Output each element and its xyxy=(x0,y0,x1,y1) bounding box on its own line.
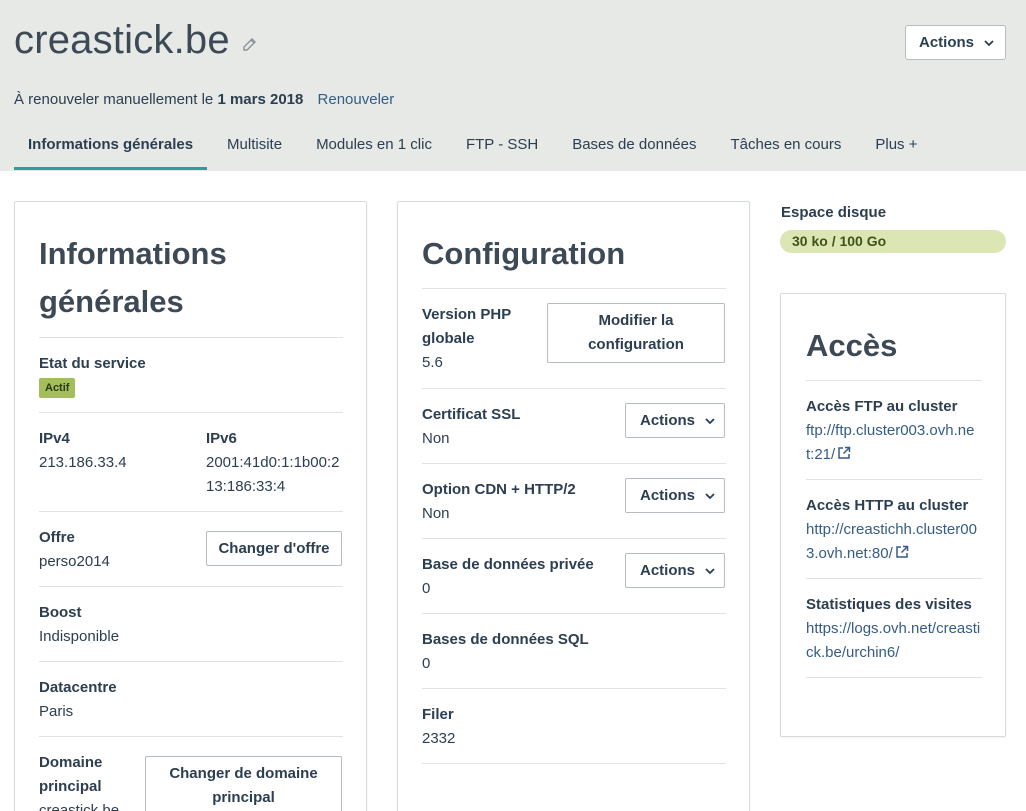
ssl-row: Certificat SSL Non Actions xyxy=(422,388,726,463)
cdn-actions-label: Actions xyxy=(640,487,696,504)
external-link-icon[interactable] xyxy=(837,446,851,460)
cdn-row: Option CDN + HTTP/2 Non Actions xyxy=(422,463,726,538)
sql-db-value: 0 xyxy=(422,655,431,672)
http-link-wrap: http://creastichh.cluster003.ovh.net:80/ xyxy=(806,518,982,566)
stats-row: Statistiques des visites https://logs.ov… xyxy=(806,578,982,678)
ipv6-label: IPv6 xyxy=(206,430,237,447)
boost-label: Boost xyxy=(39,604,82,621)
tab-databases[interactable]: Bases de données xyxy=(558,122,710,170)
main-domain-row: Domaine principal creastick.be Changer d… xyxy=(39,736,343,811)
renew-prefix: À renouveler manuellement le xyxy=(14,91,214,108)
http-link[interactable]: http://creastichh.cluster003.ovh.net:80/ xyxy=(806,521,977,562)
http-row: Accès HTTP au cluster http://creastichh.… xyxy=(806,479,982,579)
configuration-card: Configuration Version PHP globale 5.6 Mo… xyxy=(397,201,750,811)
tab-bar: Informations générales Multisite Modules… xyxy=(14,122,937,171)
access-title: Accès xyxy=(806,328,898,363)
tab-multisite[interactable]: Multisite xyxy=(213,122,296,170)
ssl-actions-label: Actions xyxy=(640,412,696,429)
chevron-down-icon xyxy=(705,417,715,424)
ip-row: IPv4 213.186.33.4 IPv6 2001:41d0:1:1b00:… xyxy=(39,412,343,512)
chevron-down-icon xyxy=(984,39,994,46)
stats-label: Statistiques des visites xyxy=(806,596,972,613)
header-actions-label: Actions xyxy=(919,34,975,51)
external-link-icon[interactable] xyxy=(895,545,909,559)
configuration-title: Configuration xyxy=(422,236,626,271)
access-end-divider xyxy=(806,677,982,678)
renew-link[interactable]: Renouveler xyxy=(318,91,395,108)
offer-row: Offre perso2014 Changer d'offre xyxy=(39,511,343,586)
page-title: creastick.be xyxy=(14,18,230,62)
stats-link[interactable]: https://logs.ovh.net/creastick.be/urchin… xyxy=(806,617,982,665)
private-db-actions-label: Actions xyxy=(640,562,696,579)
service-state-label: Etat du service xyxy=(39,355,146,372)
main-domain-label: Domaine principal xyxy=(39,754,103,795)
renew-info: À renouveler manuellement le 1 mars 2018… xyxy=(14,91,394,108)
config-end-divider xyxy=(422,763,726,764)
private-db-actions-button[interactable]: Actions xyxy=(625,553,725,588)
tab-modules[interactable]: Modules en 1 clic xyxy=(302,122,446,170)
boost-value: Indisponible xyxy=(39,628,120,645)
general-info-card: Informations générales Etat du service A… xyxy=(14,201,367,811)
modify-config-button[interactable]: Modifier la configuration xyxy=(547,303,725,363)
tab-tasks[interactable]: Tâches en cours xyxy=(716,122,855,170)
general-info-title: Informations générales xyxy=(39,236,227,319)
private-db-row: Base de données privée 0 Actions xyxy=(422,538,726,613)
status-badge: Actif xyxy=(39,378,76,398)
ftp-label: Accès FTP au cluster xyxy=(806,398,958,415)
chevron-down-icon xyxy=(705,567,715,574)
chevron-down-icon xyxy=(705,492,715,499)
cdn-actions-button[interactable]: Actions xyxy=(625,478,725,513)
http-label: Accès HTTP au cluster xyxy=(806,497,969,514)
tab-general-info[interactable]: Informations générales xyxy=(14,122,208,170)
change-offer-button[interactable]: Changer d'offre xyxy=(206,531,342,566)
ipv4-value: 213.186.33.4 xyxy=(39,454,127,471)
php-row: Version PHP globale 5.6 Modifier la conf… xyxy=(422,288,726,388)
page-header: creastick.be Actions À renouveler manuel… xyxy=(0,0,1026,171)
tab-ftp-ssh[interactable]: FTP - SSH xyxy=(452,122,552,170)
tab-more[interactable]: Plus + xyxy=(861,122,931,170)
pencil-icon[interactable] xyxy=(241,36,259,54)
change-main-domain-button[interactable]: Changer de domaine principal xyxy=(145,756,342,811)
disk-usage-bar: 30 ko / 100 Go xyxy=(780,230,1006,253)
php-label: Version PHP globale xyxy=(422,306,511,347)
ssl-actions-button[interactable]: Actions xyxy=(625,403,725,438)
filer-value: 2332 xyxy=(422,730,456,747)
renew-date: 1 mars 2018 xyxy=(217,91,304,108)
ftp-link-wrap: ftp://ftp.cluster003.ovh.net:21/ xyxy=(806,419,982,467)
ipv4-label: IPv4 xyxy=(39,430,70,447)
datacenter-value: Paris xyxy=(39,703,74,720)
filer-label: Filer xyxy=(422,706,454,723)
disk-space-label: Espace disque xyxy=(781,204,887,221)
ftp-link[interactable]: ftp://ftp.cluster003.ovh.net:21/ xyxy=(806,422,974,463)
sql-db-label: Bases de données SQL xyxy=(422,631,589,648)
filer-row: Filer 2332 xyxy=(422,688,726,763)
service-state-row: Etat du service Actif xyxy=(39,337,343,398)
access-card: Accès Accès FTP au cluster ftp://ftp.clu… xyxy=(780,293,1006,737)
sql-db-row: Bases de données SQL 0 xyxy=(422,613,726,688)
datacenter-row: Datacentre Paris xyxy=(39,661,343,736)
ipv6-value: 2001:41d0:1:1b00:213:186:33:4 xyxy=(206,454,340,495)
boost-row: Boost Indisponible xyxy=(39,586,343,661)
header-actions-button[interactable]: Actions xyxy=(905,25,1006,60)
ftp-row: Accès FTP au cluster ftp://ftp.cluster00… xyxy=(806,380,982,480)
datacenter-label: Datacentre xyxy=(39,679,117,696)
